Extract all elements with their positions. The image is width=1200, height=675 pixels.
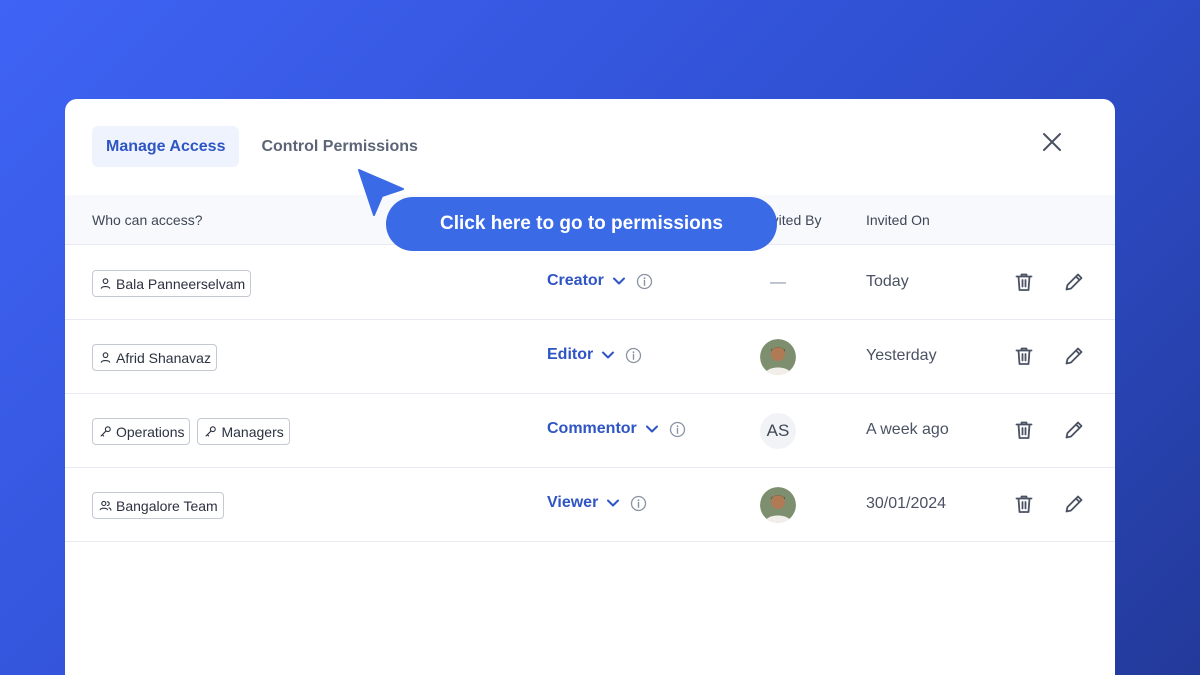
user-icon: [100, 352, 111, 363]
chevron-down-icon: [602, 351, 615, 359]
role-label: Editor: [547, 346, 594, 363]
role-dropdown[interactable]: Commentor: [547, 420, 686, 438]
key-icon: [100, 426, 111, 437]
trash-icon[interactable]: [1013, 271, 1035, 293]
role-dropdown[interactable]: Editor: [547, 346, 642, 364]
tab-control-permissions[interactable]: Control Permissions: [247, 126, 431, 167]
invited-by-cell: AS: [760, 413, 796, 449]
team-chip: Bangalore Team: [92, 492, 224, 519]
table-row: Afrid Shanavaz Editor Yesterday: [65, 320, 1115, 394]
chip-label: Afrid Shanavaz: [116, 349, 211, 366]
invited-on-date: Today: [866, 273, 909, 290]
chip-label: Operations: [116, 423, 185, 440]
trash-icon[interactable]: [1013, 345, 1035, 367]
info-icon[interactable]: [636, 273, 653, 290]
header-who-can-access: Who can access?: [92, 212, 203, 228]
permissions-callout[interactable]: Click here to go to permissions: [386, 197, 777, 251]
info-icon[interactable]: [669, 421, 686, 438]
avatar-initials: AS: [760, 413, 796, 449]
group-chip: Managers: [197, 418, 290, 445]
users-icon: [99, 500, 112, 511]
chevron-down-icon: [645, 425, 658, 433]
trash-icon[interactable]: [1013, 493, 1035, 515]
invited-by-cell: [760, 487, 796, 523]
key-icon: [205, 426, 217, 437]
role-label: Commentor: [547, 420, 637, 437]
user-chip: Afrid Shanavaz: [92, 344, 217, 371]
header-invited-on: Invited On: [866, 212, 930, 228]
chevron-down-icon: [607, 499, 620, 507]
pencil-icon[interactable]: [1063, 345, 1085, 367]
role-dropdown[interactable]: Viewer: [547, 494, 647, 512]
avatar: [760, 487, 796, 523]
role-label: Viewer: [547, 494, 599, 511]
avatar: [760, 339, 796, 375]
access-chips: Bala Panneerselvam: [92, 270, 252, 297]
chip-label: Managers: [221, 423, 284, 440]
table-row: Bangalore Team Viewer 30/01/2024: [65, 468, 1115, 542]
group-chip: Operations: [92, 418, 191, 445]
user-icon: [100, 278, 111, 289]
pencil-icon[interactable]: [1063, 271, 1085, 293]
role-label: Creator: [547, 272, 604, 289]
invited-by-cell: [760, 339, 796, 375]
chevron-down-icon: [612, 277, 625, 285]
tab-manage-access[interactable]: Manage Access: [92, 126, 240, 167]
invited-by-empty: —: [770, 274, 786, 291]
invited-on-date: A week ago: [866, 421, 949, 438]
invited-by-cell: —: [760, 265, 796, 301]
pencil-icon[interactable]: [1063, 419, 1085, 441]
chip-label: Bangalore Team: [116, 497, 218, 514]
close-icon[interactable]: [1041, 131, 1063, 153]
invited-on-date: Yesterday: [866, 347, 937, 364]
callout-label: Click here to go to permissions: [440, 213, 723, 234]
trash-icon[interactable]: [1013, 419, 1035, 441]
table-row: Bala Panneerselvam Creator — Today: [65, 246, 1115, 320]
manage-access-modal: Manage Access Control Permissions Who ca…: [65, 99, 1115, 675]
user-chip: Bala Panneerselvam: [92, 270, 252, 297]
access-chips: Operations Managers: [92, 418, 290, 445]
invited-on-date: 30/01/2024: [866, 495, 947, 512]
tab-bar: Manage Access Control Permissions: [92, 126, 432, 167]
info-icon[interactable]: [625, 347, 642, 364]
pencil-icon[interactable]: [1063, 493, 1085, 515]
role-dropdown[interactable]: Creator: [547, 272, 653, 290]
info-icon[interactable]: [630, 495, 647, 512]
access-chips: Bangalore Team: [92, 492, 224, 519]
table-row: Operations Managers Commentor AS A week …: [65, 394, 1115, 468]
chip-label: Bala Panneerselvam: [116, 275, 246, 292]
access-chips: Afrid Shanavaz: [92, 344, 217, 371]
